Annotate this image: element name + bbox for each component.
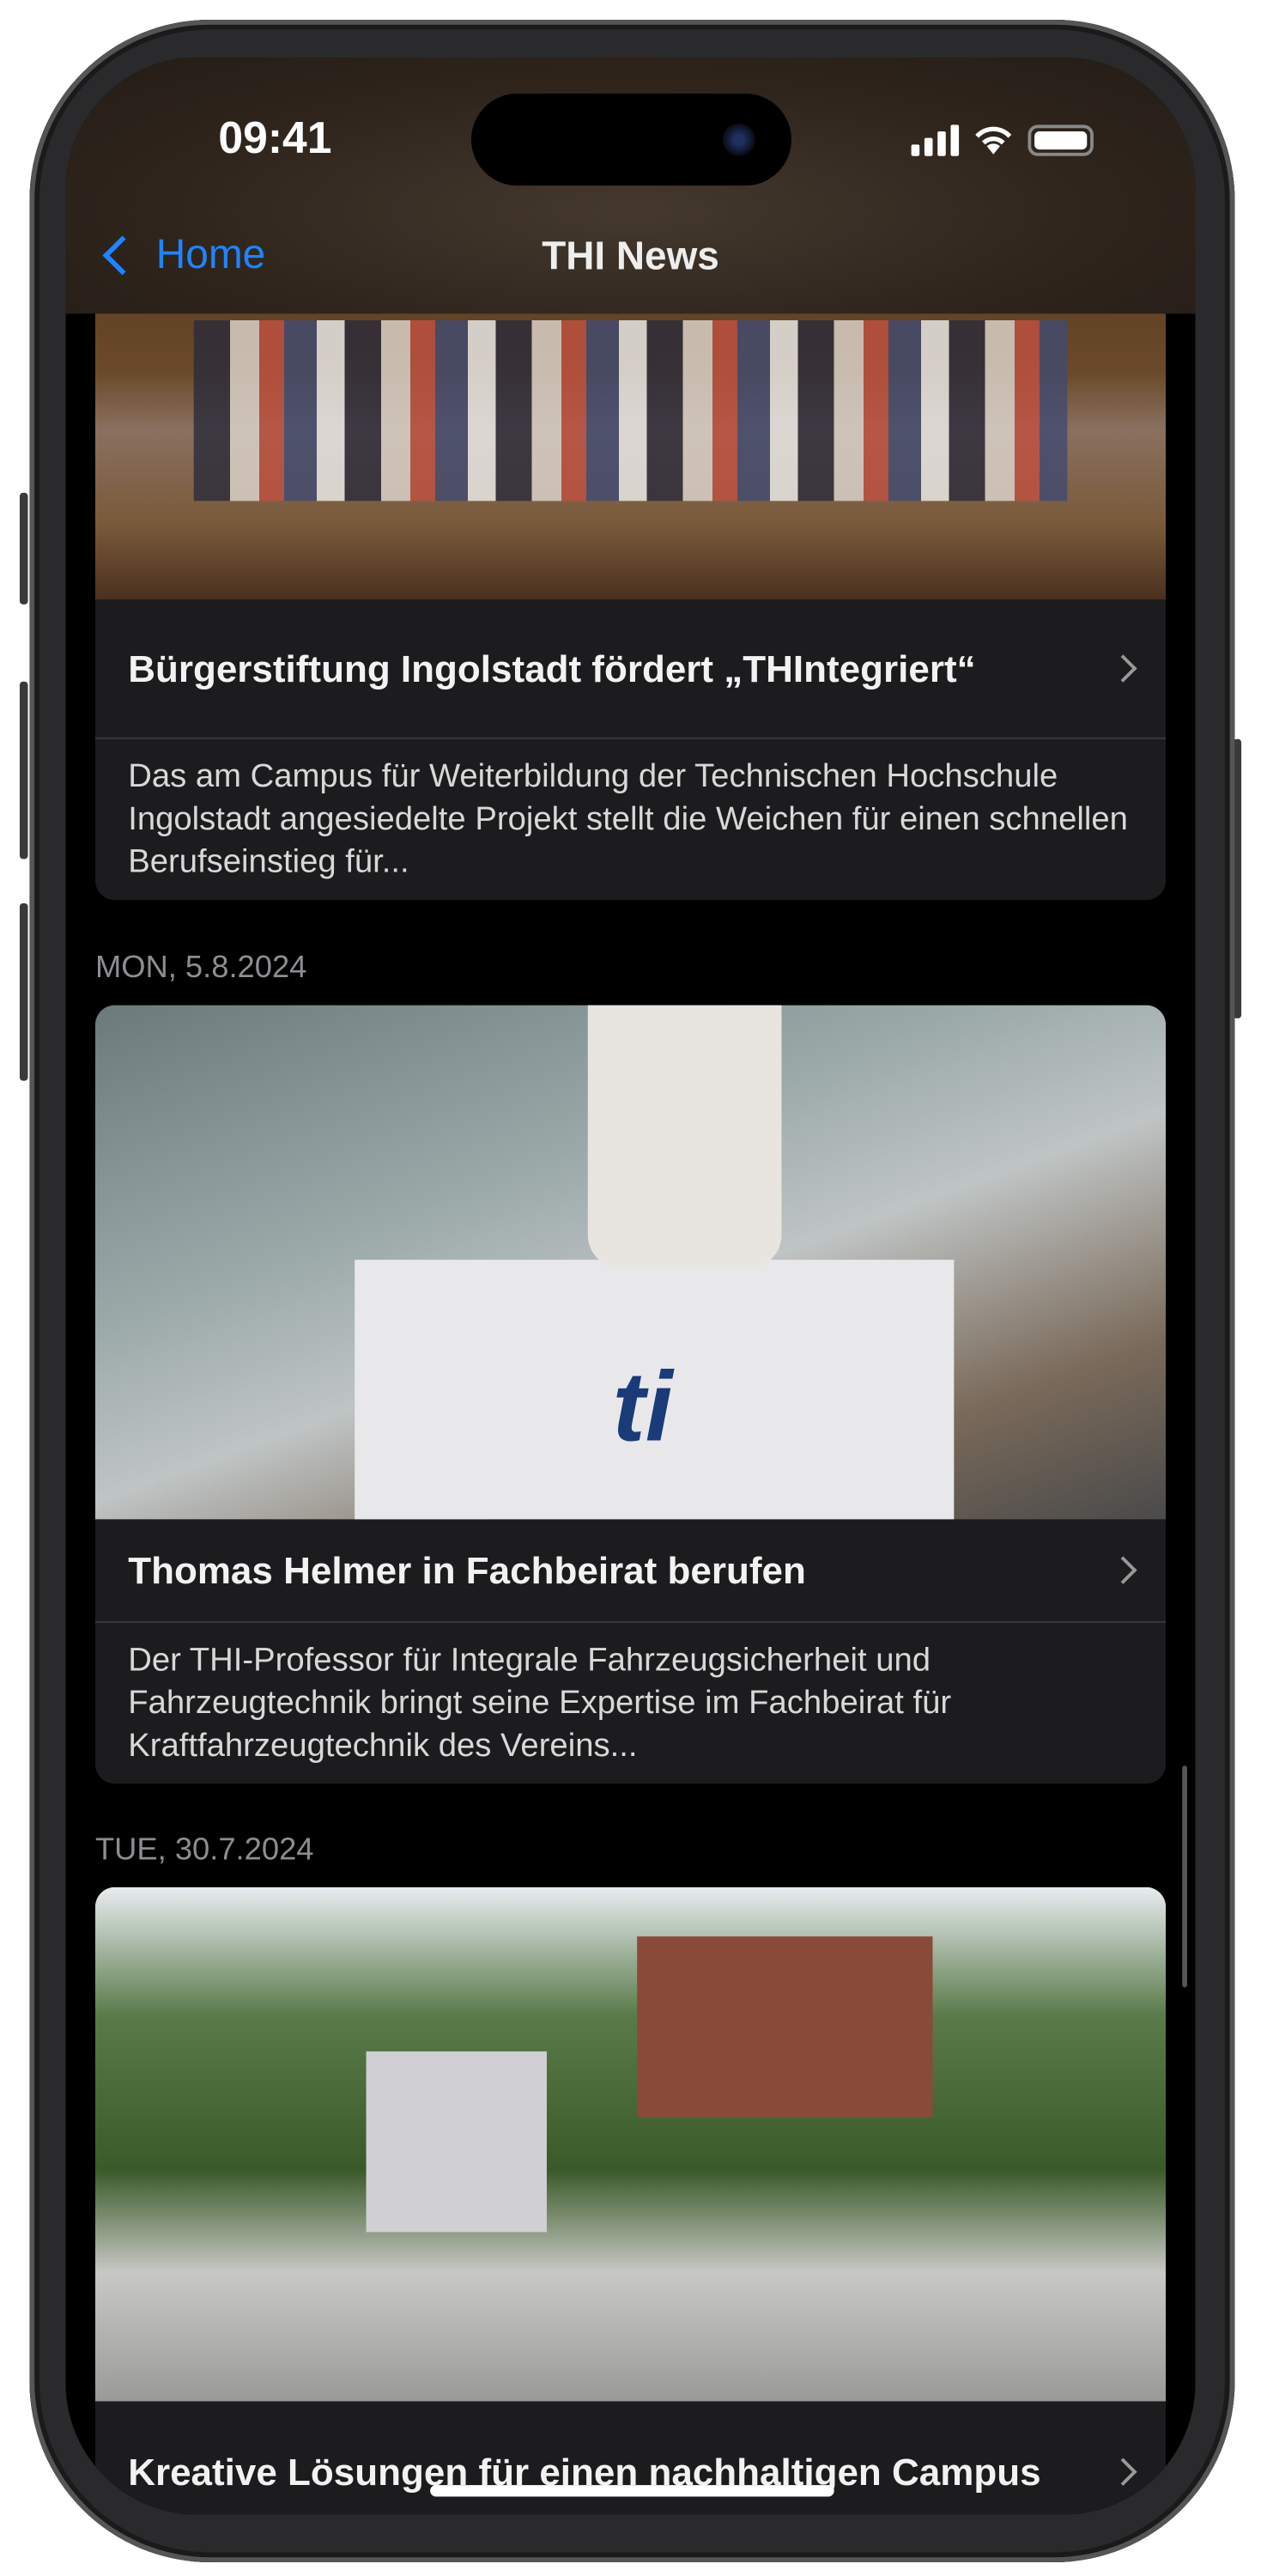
- dynamic-island: [470, 94, 791, 186]
- scrollbar[interactable]: [1182, 1765, 1187, 1988]
- status-icons: [911, 123, 1094, 156]
- silent-switch: [19, 492, 28, 605]
- news-title-row[interactable]: Thomas Helmer in Fachbeirat berufen: [95, 1519, 1166, 1621]
- date-header: MON, 5.8.2024: [94, 951, 307, 986]
- camera-icon: [722, 123, 755, 156]
- volume-down-button: [19, 903, 28, 1081]
- news-card[interactable]: Bürgerstiftung Ingolstadt fördert „THInt…: [94, 222, 1167, 901]
- news-title-row[interactable]: Bürgerstiftung Ingolstadt fördert „THInt…: [95, 599, 1166, 738]
- volume-up-button: [19, 681, 28, 860]
- chevron-right-icon: [1109, 654, 1137, 683]
- news-description: Das am Campus für Weiterbildung der Tech…: [94, 737, 1167, 900]
- news-image: [94, 1886, 1167, 2402]
- chevron-right-icon: [1109, 2458, 1137, 2486]
- news-image: ti: [94, 1005, 1167, 1520]
- date-header: TUE, 30.7.2024: [94, 1832, 314, 1868]
- news-description: Der THI-Professor für Integrale Fahrzeug…: [94, 1620, 1167, 1783]
- screen: 09:41 Home THI News Bürgerstiftung Ingol…: [65, 57, 1196, 2515]
- news-title: Bürgerstiftung Ingolstadt fördert „THInt…: [128, 647, 976, 690]
- news-card[interactable]: Kreative Lösungen für einen nachhaltigen…: [94, 1886, 1167, 2515]
- chevron-right-icon: [1109, 1556, 1137, 1584]
- news-card[interactable]: ti Thomas Helmer in Fachbeirat berufen D…: [94, 1005, 1167, 1784]
- news-title-row[interactable]: Kreative Lösungen für einen nachhaltigen…: [95, 2402, 1166, 2515]
- page-title: THI News: [542, 234, 719, 280]
- news-title: Thomas Helmer in Fachbeirat berufen: [128, 1548, 806, 1592]
- status-time: 09:41: [218, 112, 332, 163]
- navigation-bar: 09:41 Home THI News: [65, 57, 1196, 314]
- wifi-icon: [975, 126, 1012, 155]
- cellular-signal-icon: [911, 125, 960, 156]
- battery-icon: [1028, 125, 1094, 156]
- thi-logo: ti: [612, 1352, 673, 1462]
- home-indicator[interactable]: [430, 2485, 834, 2497]
- device: 09:41 Home THI News Bürgerstiftung Ingol…: [0, 0, 1261, 2575]
